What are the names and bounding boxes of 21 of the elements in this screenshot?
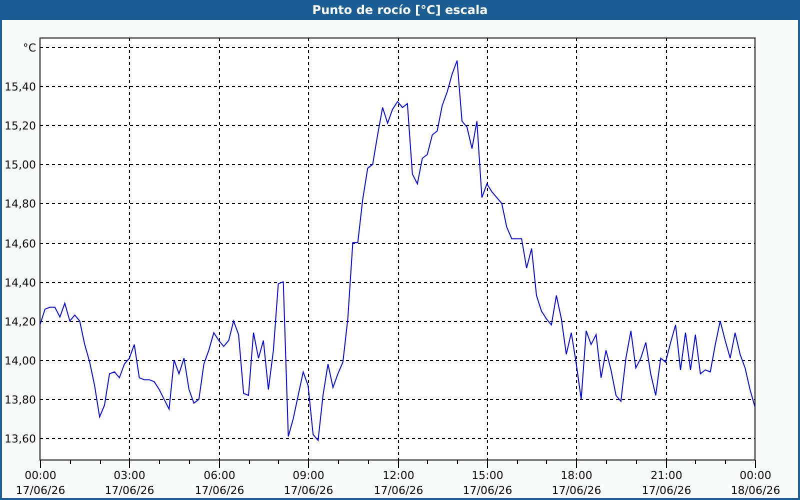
- window-title: Punto de rocío [°C] escala: [0, 0, 800, 20]
- x-tick-label: 00:00 17/06/26: [16, 469, 66, 497]
- x-tick-label: 15:00 17/06/26: [462, 469, 512, 497]
- y-tick-label: °C: [22, 42, 36, 54]
- y-tick-label: 15,00: [4, 158, 36, 172]
- y-tick-label: 15,40: [4, 80, 36, 94]
- y-tick-label: 14,80: [4, 198, 36, 210]
- x-tick-label: 09:00 17/06/26: [284, 469, 334, 497]
- x-tick-label: 12:00 17/06/26: [374, 469, 424, 497]
- y-tick-label: 13,60: [4, 432, 36, 446]
- y-tick-label: 14,40: [4, 276, 36, 290]
- y-tick-label: 14,20: [4, 316, 36, 328]
- x-tick-label: 00:00 18/06/26: [730, 469, 780, 497]
- x-tick-label: 06:00 17/06/26: [194, 469, 244, 497]
- y-tick-label: 14,00: [4, 354, 36, 368]
- x-tick-label: 03:00 17/06/26: [104, 469, 154, 497]
- y-tick-label: 15,20: [4, 120, 36, 132]
- x-tick-label: 18:00 17/06/26: [552, 469, 602, 497]
- y-tick-label: 13,80: [4, 394, 36, 406]
- y-tick-label: 14,60: [4, 238, 36, 250]
- x-tick-label: 21:00 17/06/26: [642, 469, 692, 497]
